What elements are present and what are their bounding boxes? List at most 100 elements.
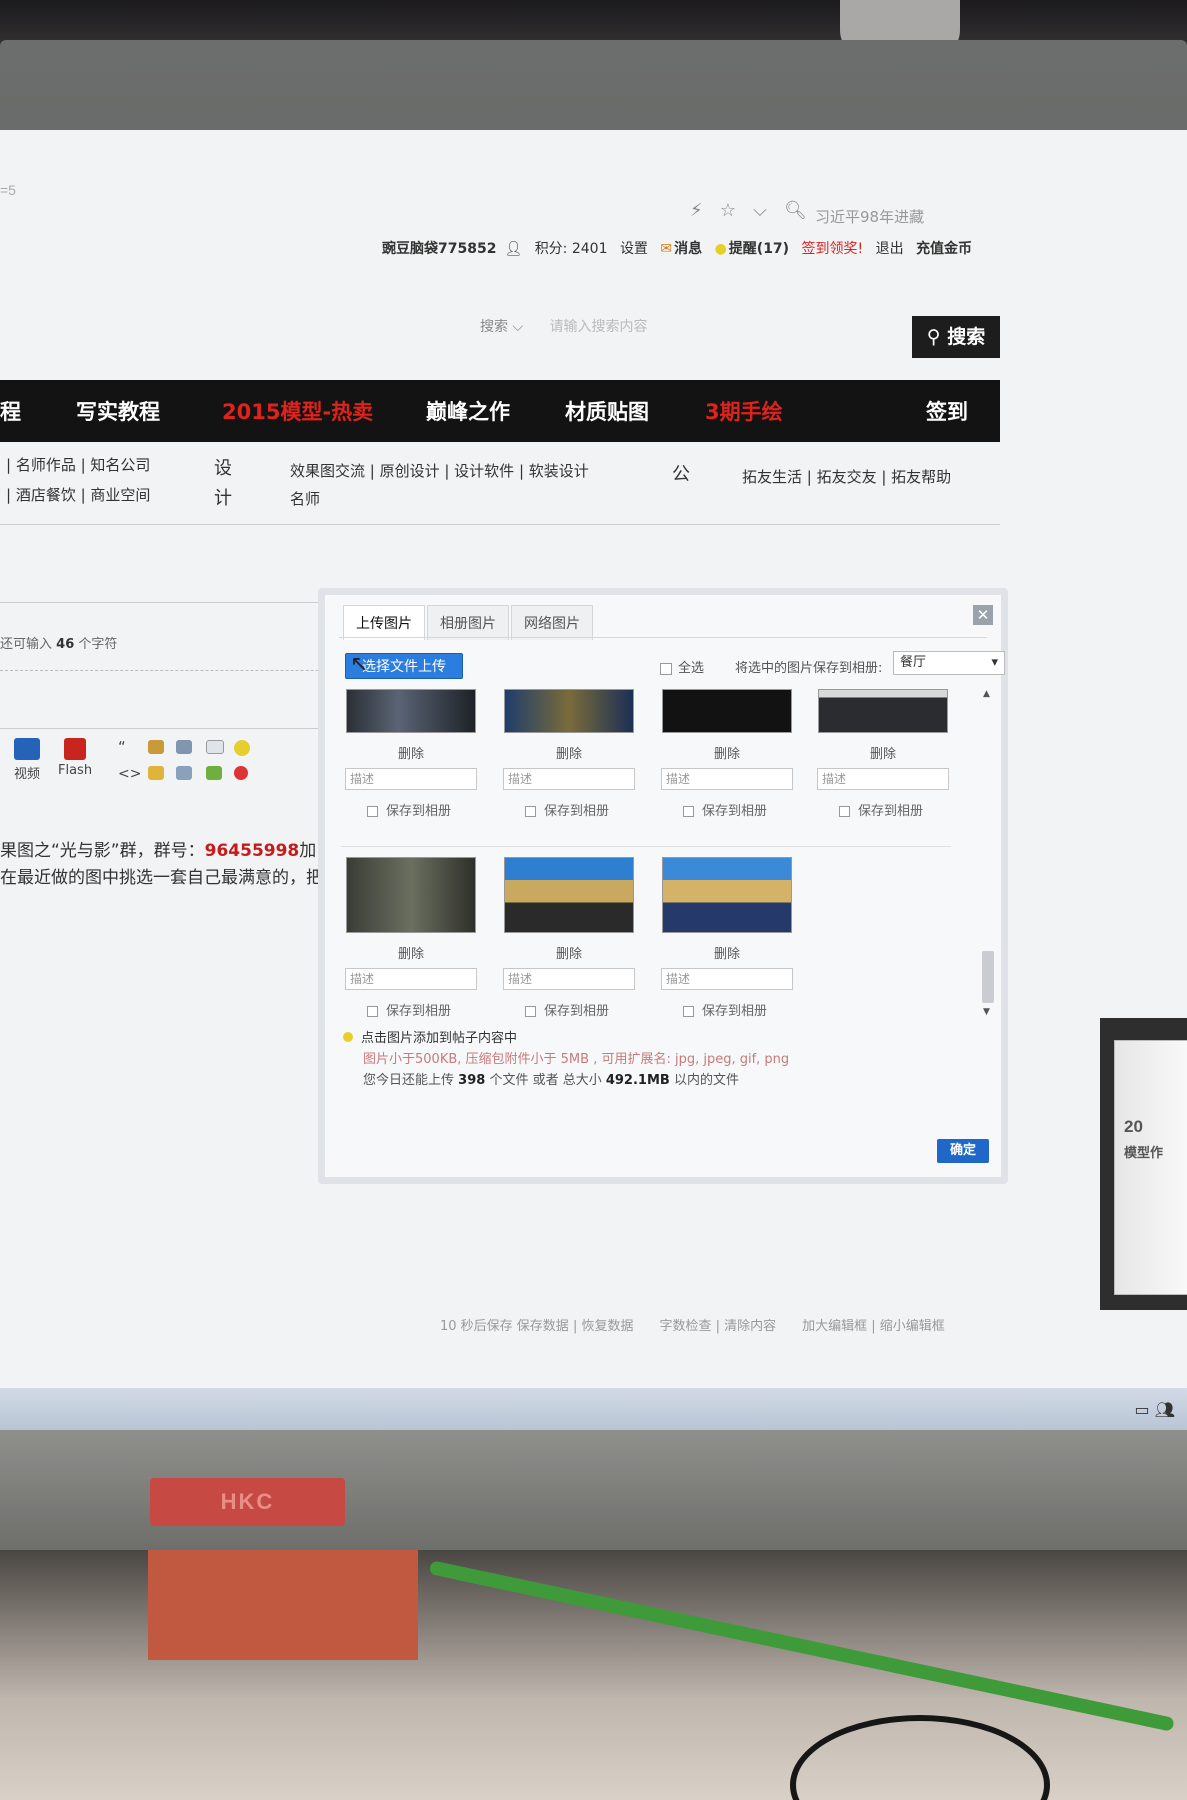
image-thumbnail[interactable] (346, 689, 476, 733)
image-thumbnail[interactable] (662, 689, 792, 733)
description-input[interactable]: 描述 (817, 768, 949, 790)
nav-item-checkin[interactable]: 签到 (926, 396, 968, 426)
subnav-left-2[interactable]: | 酒店餐饮 | 商业空间 (6, 484, 150, 505)
image-grid-scrollbar[interactable]: ▲ ▼ (981, 689, 995, 1019)
bg-icon[interactable] (234, 740, 250, 759)
delete-link[interactable]: 删除 (341, 943, 481, 962)
table-icon[interactable] (176, 740, 192, 757)
checkin-link[interactable]: 签到领奖! (802, 241, 864, 257)
logout-link[interactable]: 退出 (876, 241, 904, 257)
tab-album[interactable]: 相册图片 (427, 605, 509, 640)
search-icon: ⚲ (926, 326, 941, 348)
album-select[interactable]: 餐厅 (893, 651, 1005, 675)
lock-icon[interactable] (148, 766, 164, 783)
messages-link[interactable]: 消息 (674, 241, 702, 257)
list-icon[interactable] (176, 766, 192, 783)
subnav-mid-2[interactable]: 名师 (290, 488, 320, 509)
tab-upload[interactable]: 上传图片 (343, 605, 425, 640)
save-to-album-checkbox[interactable]: 保存到相册 (341, 800, 481, 819)
subnav-left-1[interactable]: | 名师作品 | 知名公司 (6, 454, 150, 475)
flash-icon (64, 738, 87, 760)
delete-link[interactable]: 删除 (499, 943, 639, 962)
monitor-stand (148, 1550, 418, 1660)
image-item: 删除 描述 保存到相册 (499, 689, 639, 819)
description-input[interactable]: 描述 (503, 768, 635, 790)
delete-link[interactable]: 删除 (813, 743, 953, 762)
save-to-album-checkbox[interactable]: 保存到相册 (657, 800, 797, 819)
divider (341, 846, 951, 847)
user-tag-icon[interactable] (206, 766, 222, 783)
delete-link[interactable]: 删除 (341, 743, 481, 762)
delete-link[interactable]: 删除 (499, 743, 639, 762)
settings-link[interactable]: 设置 (620, 241, 648, 257)
site-search: 搜索 ⌵ 请输入搜索内容 (480, 316, 648, 336)
select-all-checkbox[interactable]: 全选 (660, 657, 704, 676)
search-button[interactable]: ⚲ 搜索 (912, 316, 1000, 358)
description-input[interactable]: 描述 (661, 768, 793, 790)
search-input[interactable]: 请输入搜索内容 (550, 319, 648, 335)
browser-search-hint[interactable]: 习近平98年进藏 (815, 206, 924, 227)
taskbar: ▭ 👥︎ (0, 1388, 1187, 1430)
checkbox-icon (660, 662, 672, 675)
chevron-down-icon[interactable]: ⌵ (753, 200, 767, 221)
image-thumbnail[interactable] (504, 857, 634, 933)
subnav-right-1[interactable]: 拓友生活 | 拓友交友 | 拓友帮助 (742, 466, 951, 487)
image-thumbnail[interactable] (346, 857, 476, 933)
code-icon[interactable]: <> (118, 766, 141, 782)
bulb-icon (343, 1032, 353, 1042)
chevron-down-icon[interactable]: ⌵ (512, 319, 523, 335)
save-to-album-checkbox[interactable]: 保存到相册 (499, 1000, 639, 1019)
save-to-album-checkbox[interactable]: 保存到相册 (657, 1000, 797, 1019)
nav-item-hand-drawing[interactable]: 3期手绘 (705, 396, 783, 426)
save-to-album-checkbox[interactable]: 保存到相册 (341, 1000, 481, 1019)
delete-link[interactable]: 删除 (657, 943, 797, 962)
description-input[interactable]: 描述 (503, 968, 635, 990)
nav-item-realistic-tutorial[interactable]: 写实教程 (76, 396, 160, 426)
star-icon[interactable]: ☆ (720, 200, 736, 221)
delete-link[interactable]: 删除 (657, 743, 797, 762)
video-tool[interactable]: 视频 (14, 738, 40, 782)
subnav-label-she: 设 (214, 458, 232, 479)
tab-web[interactable]: 网络图片 (511, 605, 593, 640)
scroll-up-icon[interactable]: ▲ (983, 689, 990, 699)
lightning-icon[interactable]: ⚡ (690, 200, 703, 221)
description-input[interactable]: 描述 (345, 768, 477, 790)
flash-tool[interactable]: Flash (58, 738, 92, 778)
description-input[interactable]: 描述 (345, 968, 477, 990)
points[interactable]: 积分: 2401 (535, 241, 608, 257)
image-thumbnail[interactable] (818, 689, 948, 733)
user-icon: 👤︎ (504, 241, 523, 257)
image-thumbnail[interactable] (504, 689, 634, 733)
image-thumbnail[interactable] (662, 857, 792, 933)
post-content[interactable]: 果图之“光与影”群，群号：96455998加 在最近做的图中挑选一套自己最满意的… (0, 838, 323, 892)
frame-icon[interactable] (206, 740, 224, 757)
nav-item-materials[interactable]: 材质贴图 (565, 396, 649, 426)
description-input[interactable]: 描述 (661, 968, 793, 990)
qq-icon[interactable] (234, 766, 248, 783)
confirm-button[interactable]: 确定 (937, 1139, 989, 1163)
ad-panel[interactable]: 20 模型作 (1100, 1018, 1187, 1310)
image-item: 删除 描述 保存到相册 (499, 857, 639, 1019)
scroll-down-icon[interactable]: ▼ (983, 1007, 990, 1017)
nav-item-2015-models[interactable]: 2015模型-热卖 (222, 396, 373, 426)
browser-toolbar-icons: ⚡ ☆ ⌵ 🔍︎ (690, 200, 807, 221)
editor-footer-links[interactable]: 10 秒后保存 保存数据 | 恢复数据 字数检查 | 清除内容 加大编辑框 | … (440, 1315, 945, 1334)
username-link[interactable]: 豌豆脑袋775852 (382, 241, 496, 257)
scroll-thumb[interactable] (982, 951, 994, 1003)
nav-item-masterpieces[interactable]: 巅峰之作 (426, 396, 510, 426)
screen: =5 ⚡ ☆ ⌵ 🔍︎ 习近平98年进藏 豌豆脑袋775852 👤︎ 积分: 24… (0, 130, 1187, 1430)
main-nav: 程 写实教程 2015模型-热卖 巅峰之作 材质贴图 3期手绘 签到 (0, 380, 1000, 442)
hide-icon[interactable] (148, 740, 164, 757)
recharge-link[interactable]: 充值金币 (916, 241, 972, 257)
nav-item-tutorial[interactable]: 程 (0, 396, 21, 426)
quote-icon[interactable]: “ (118, 738, 126, 756)
close-icon[interactable]: ✕ (973, 605, 993, 625)
save-to-album-checkbox[interactable]: 保存到相册 (499, 800, 639, 819)
image-item: 删除 描述 保存到相册 (657, 689, 797, 819)
char-count: 还可输入 46 个字符 (0, 637, 118, 652)
reminders-link[interactable]: 提醒(17) (729, 241, 789, 257)
save-to-album-checkbox[interactable]: 保存到相册 (813, 800, 953, 819)
search-type-dropdown[interactable]: 搜索 (480, 319, 508, 335)
tray-icons[interactable]: ▭ 👥︎ (1134, 1400, 1175, 1419)
subnav-mid-1[interactable]: 效果图交流 | 原创设计 | 设计软件 | 软装设计 (290, 460, 589, 481)
